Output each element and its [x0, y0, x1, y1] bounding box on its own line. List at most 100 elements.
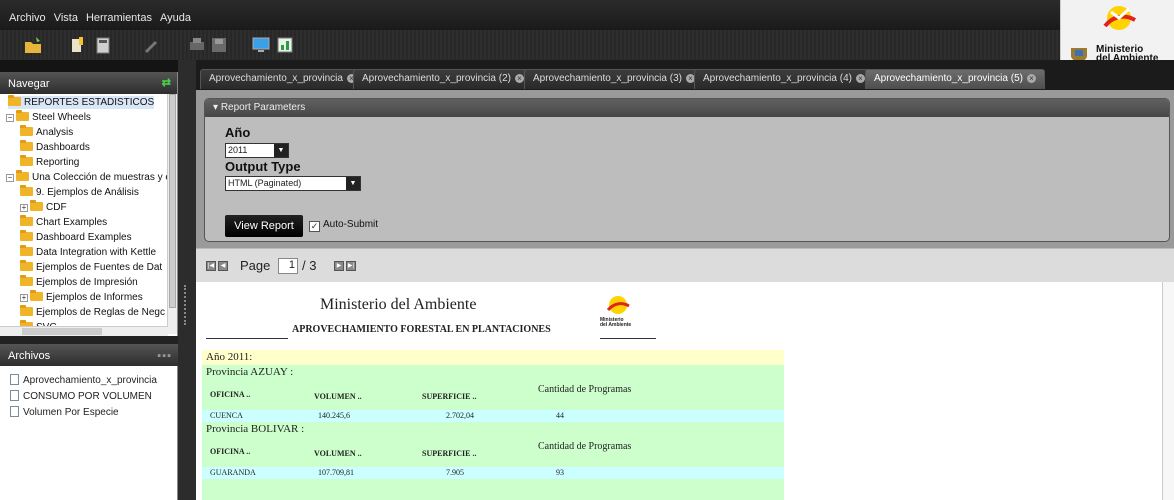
logo-text-line-2: del Ambiente — [600, 322, 632, 328]
expand-icon[interactable]: + — [20, 294, 28, 302]
chart-icon[interactable] — [276, 36, 294, 54]
panel-resize-handle[interactable] — [0, 336, 178, 344]
file-item[interactable]: Aprovechamiento_x_provincia — [0, 374, 178, 387]
menu-archivo[interactable]: Archivo — [9, 12, 46, 24]
tab-label: Aprovechamiento_x_provincia (2) — [362, 73, 511, 84]
tab-report-3[interactable]: Aprovechamiento_x_provincia (3) × — [524, 69, 704, 89]
divider-line — [206, 338, 288, 339]
tree-item-label: Steel Wheels — [32, 112, 91, 123]
navegar-vertical-scrollbar[interactable] — [167, 94, 177, 334]
view-report-button[interactable]: View Report — [225, 215, 303, 237]
vertical-splitter[interactable] — [178, 60, 196, 500]
folder-icon — [20, 245, 33, 256]
tree-item[interactable]: Reporting — [20, 155, 79, 169]
tree-item-label: Ejemplos de Fuentes de Dat — [36, 262, 163, 273]
tab-report-2[interactable]: Aprovechamiento_x_provincia (2) × — [353, 69, 533, 89]
tree-item[interactable]: Ejemplos de Impresión — [20, 275, 138, 289]
navegar-horizontal-scrollbar[interactable] — [0, 326, 168, 336]
year-band-label: Año 2011: — [206, 351, 253, 363]
menu-vista[interactable]: Vista — [54, 12, 78, 24]
cell-programas: 93 — [556, 468, 564, 477]
column-header-superficie: SUPERFICIE .. — [422, 392, 477, 401]
province-band: Provincia BOLIVAR : — [202, 422, 784, 437]
year-select[interactable]: 2011 ▼ — [225, 143, 289, 158]
cell-volumen: 107.709,81 — [318, 468, 354, 477]
close-icon[interactable]: × — [1026, 74, 1036, 83]
scroll-thumb[interactable] — [169, 94, 176, 308]
expand-icon[interactable]: + — [20, 204, 28, 212]
menu-herramientas[interactable]: Herramientas — [86, 12, 152, 24]
tree-item[interactable]: Ejemplos de Reglas de Negc — [20, 305, 165, 319]
output-type-value: HTML (Paginated) — [228, 178, 302, 188]
cell-superficie: 7.905 — [446, 468, 464, 477]
tree-item-label: CDF — [46, 202, 67, 213]
save-icon[interactable] — [210, 36, 228, 54]
report-vertical-scrollbar[interactable] — [1162, 282, 1174, 500]
tree-item[interactable]: Chart Examples — [20, 215, 107, 229]
view-mode-icons[interactable]: ▪▪▪ — [157, 350, 172, 362]
tree-item[interactable]: Data Integration with Kettle — [20, 245, 157, 259]
edit-report-icon[interactable] — [70, 36, 88, 54]
menu-ayuda[interactable]: Ayuda — [160, 12, 191, 24]
tree-item-label: Data Integration with Kettle — [36, 247, 157, 258]
tree-item[interactable]: + Ejemplos de Informes — [20, 290, 143, 304]
tree-item[interactable]: REPORTES ESTADISTICOS — [8, 95, 155, 109]
tree-item[interactable]: − Una Colección de muestras y e — [6, 170, 171, 184]
calculator-icon[interactable] — [94, 36, 112, 54]
scroll-thumb[interactable] — [22, 328, 102, 335]
tree-item[interactable]: Dashboard Examples — [20, 230, 132, 244]
cell-superficie: 2.702,04 — [446, 411, 474, 420]
tab-report-4[interactable]: Aprovechamiento_x_provincia (4) × — [694, 69, 874, 89]
column-header-oficina: OFICINA .. — [210, 447, 251, 456]
tab-label: Aprovechamiento_x_provincia (4) — [703, 73, 852, 84]
previous-page-button[interactable]: ◀ — [218, 261, 228, 271]
close-icon[interactable]: × — [855, 74, 865, 83]
monitor-icon[interactable] — [252, 36, 270, 54]
chevron-down-icon: ▼ — [274, 144, 288, 157]
output-type-select[interactable]: HTML (Paginated) ▼ — [225, 176, 361, 191]
auto-submit-label: Auto-Submit — [323, 219, 379, 230]
tab-report-1[interactable]: Aprovechamiento_x_provincia × — [200, 69, 365, 89]
first-page-button[interactable]: |◀ — [206, 261, 216, 271]
print-icon[interactable] — [188, 36, 206, 54]
report-subtitle: APROVECHAMIENTO FORESTAL EN PLANTACIONES — [292, 324, 551, 335]
column-header-programas: Cantidad de Programas — [538, 384, 632, 395]
splitter-grip[interactable] — [184, 285, 188, 325]
open-folder-icon[interactable] — [24, 36, 42, 54]
tree-item[interactable]: 9. Ejemplos de Análisis — [20, 185, 139, 199]
page-number-input[interactable]: 1 — [278, 258, 298, 274]
tree-item[interactable]: Analysis — [20, 125, 73, 139]
archivos-title: Archivos — [8, 350, 51, 362]
file-item[interactable]: CONSUMO POR VOLUMEN — [0, 390, 178, 403]
pagination-bar: |◀ ◀ Page 1 / 3 ▶ ▶| — [196, 248, 1174, 282]
tab-report-5[interactable]: Aprovechamiento_x_provincia (5) × — [865, 69, 1045, 89]
auto-submit-checkbox[interactable]: ✓ — [309, 221, 320, 232]
pencil-icon[interactable] — [142, 36, 160, 54]
folder-icon — [30, 290, 43, 301]
auto-submit-toggle[interactable]: ✓ Auto-Submit — [309, 219, 378, 232]
tree-item[interactable]: − Steel Wheels — [6, 110, 91, 124]
file-item[interactable]: Volumen Por Especie — [0, 406, 178, 419]
tree-item[interactable]: Dashboards — [20, 140, 90, 154]
tree-item[interactable]: Ejemplos de Fuentes de Dat — [20, 260, 163, 274]
last-page-button[interactable]: ▶| — [346, 261, 356, 271]
close-icon[interactable]: × — [514, 74, 524, 83]
navegar-header: Navegar ⇄ — [0, 72, 177, 94]
next-page-button[interactable]: ▶ — [334, 261, 344, 271]
collapse-icon[interactable]: − — [6, 114, 14, 122]
tree-item[interactable]: + CDF — [20, 200, 67, 214]
tab-label: Aprovechamiento_x_provincia (5) — [874, 73, 1023, 84]
report-parameters-header[interactable]: ▾ Report Parameters — [205, 99, 1169, 117]
refresh-icon[interactable]: ⇄ — [162, 76, 171, 89]
file-label: Volumen Por Especie — [23, 407, 119, 418]
ministry-sun-logo — [1103, 6, 1137, 30]
folder-icon — [16, 110, 29, 121]
cell-volumen: 140.245,6 — [318, 411, 350, 420]
archivos-header: Archivos ▪▪▪ — [0, 344, 178, 366]
report-viewer: ▾ Report Parameters Año 2011 ▼ Output Typ… — [196, 90, 1174, 500]
collapse-icon[interactable]: − — [6, 174, 14, 182]
folder-icon — [20, 140, 33, 151]
province-band — [202, 479, 784, 500]
cell-oficina: CUENCA — [210, 411, 243, 420]
file-label: CONSUMO POR VOLUMEN — [23, 391, 152, 402]
